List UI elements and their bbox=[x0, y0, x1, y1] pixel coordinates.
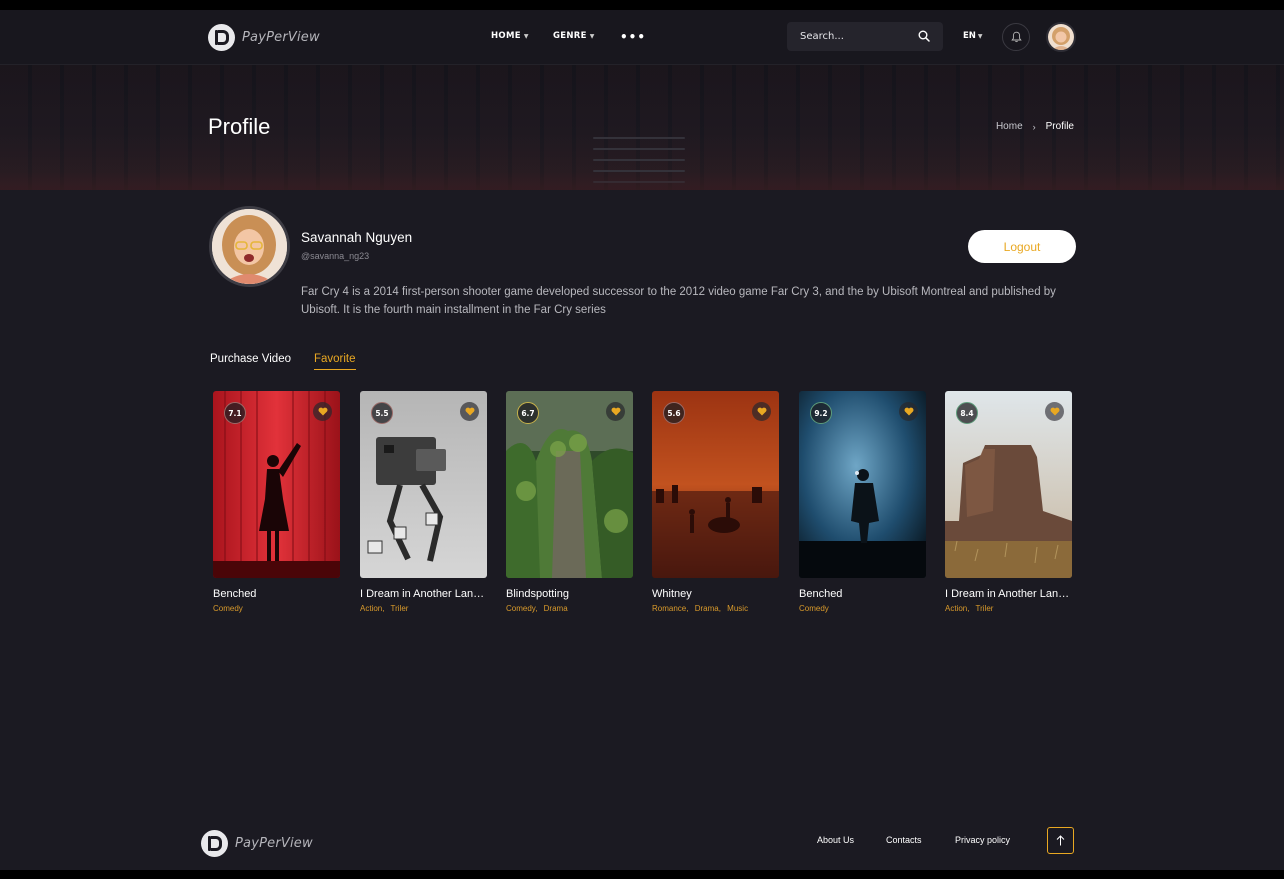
movie-card[interactable]: 8.4 I Dream in Another Language Action, … bbox=[945, 391, 1072, 613]
favorite-button[interactable] bbox=[606, 402, 625, 421]
heart-icon bbox=[904, 407, 913, 416]
favorite-button[interactable] bbox=[1045, 402, 1064, 421]
genre-tag[interactable]: Drama, bbox=[695, 604, 721, 613]
genre-tag[interactable]: Comedy bbox=[213, 604, 243, 613]
footer-link-privacy[interactable]: Privacy policy bbox=[955, 835, 1010, 845]
movie-card[interactable]: 5.5 I Dream in Another Language Action, … bbox=[360, 391, 487, 613]
movie-poster[interactable]: 8.4 bbox=[945, 391, 1072, 578]
nav-home-label: HOME bbox=[491, 31, 521, 41]
movie-title[interactable]: I Dream in Another Language bbox=[945, 588, 1072, 600]
genre-tag[interactable]: Romance, bbox=[652, 604, 688, 613]
logo-icon bbox=[201, 830, 228, 857]
logout-button[interactable]: Logout bbox=[968, 230, 1076, 263]
genre-tag[interactable]: Action, bbox=[945, 604, 969, 613]
movie-title[interactable]: Benched bbox=[799, 588, 926, 600]
movie-title[interactable]: Whitney bbox=[652, 588, 779, 600]
breadcrumb-separator-icon: › bbox=[1032, 121, 1036, 132]
movie-title[interactable]: Blindspotting bbox=[506, 588, 633, 600]
tab-purchase-video[interactable]: Purchase Video bbox=[210, 353, 291, 370]
profile-name: Savannah Nguyen bbox=[301, 230, 413, 245]
favorite-button[interactable] bbox=[313, 402, 332, 421]
scroll-to-top-button[interactable] bbox=[1047, 827, 1074, 854]
heart-icon bbox=[318, 407, 327, 416]
search-icon[interactable] bbox=[918, 30, 930, 42]
movie-poster[interactable]: 7.1 bbox=[213, 391, 340, 578]
breadcrumb-home[interactable]: Home bbox=[996, 121, 1023, 132]
movie-card[interactable]: 5.6 Whitney Romance, Drama, Music bbox=[652, 391, 779, 613]
movie-genres: Action, Triler bbox=[945, 604, 1072, 613]
language-label: EN bbox=[963, 31, 976, 41]
bell-icon bbox=[1010, 31, 1022, 43]
genre-tag[interactable]: Triler bbox=[976, 604, 994, 613]
rating-badge: 9.2 bbox=[810, 402, 832, 424]
genre-tag[interactable]: Drama bbox=[544, 604, 568, 613]
top-header: PayPerView HOME ▼ GENRE ▼ ••• EN ▼ bbox=[0, 10, 1284, 65]
tab-favorite[interactable]: Favorite bbox=[313, 353, 356, 370]
rating-badge: 6.7 bbox=[517, 402, 539, 424]
movie-genres: Comedy bbox=[799, 604, 926, 613]
arrow-up-icon bbox=[1056, 835, 1065, 846]
genre-tag[interactable]: Comedy bbox=[799, 604, 829, 613]
movie-title[interactable]: Benched bbox=[213, 588, 340, 600]
footer-link-contacts[interactable]: Contacts bbox=[886, 835, 922, 845]
rating-badge: 5.6 bbox=[663, 402, 685, 424]
movie-genres: Comedy bbox=[213, 604, 340, 613]
page-title: Profile bbox=[208, 114, 271, 139]
profile-tabs: Purchase Video Favorite bbox=[210, 353, 356, 370]
footer-logo[interactable]: PayPerView bbox=[201, 830, 313, 857]
footer-link-about[interactable]: About Us bbox=[817, 835, 854, 845]
movie-genres: Comedy, Drama bbox=[506, 604, 633, 613]
favorite-button[interactable] bbox=[752, 402, 771, 421]
nav-genre[interactable]: GENRE ▼ bbox=[553, 31, 595, 41]
more-menu-icon[interactable]: ••• bbox=[620, 30, 646, 44]
rating-badge: 5.5 bbox=[371, 402, 393, 424]
movie-genres: Romance, Drama, Music bbox=[652, 604, 779, 613]
chevron-down-icon: ▼ bbox=[977, 32, 983, 40]
rating-badge: 7.1 bbox=[224, 402, 246, 424]
page-hero bbox=[0, 65, 1284, 190]
user-avatar-image bbox=[1048, 24, 1074, 50]
genre-tag[interactable]: Triler bbox=[391, 604, 409, 613]
movie-poster[interactable]: 5.5 bbox=[360, 391, 487, 578]
chevron-down-icon: ▼ bbox=[589, 32, 595, 40]
movie-card[interactable]: 6.7 Blindspotting Comedy, Drama bbox=[506, 391, 633, 613]
favorite-button[interactable] bbox=[899, 402, 918, 421]
heart-icon bbox=[465, 407, 474, 416]
profile-photo bbox=[212, 209, 287, 284]
genre-tag[interactable]: Comedy, bbox=[506, 604, 537, 613]
heart-icon bbox=[611, 407, 620, 416]
breadcrumb: Home › Profile bbox=[996, 121, 1074, 132]
brand-name: PayPerView bbox=[242, 30, 320, 45]
language-selector[interactable]: EN ▼ bbox=[963, 31, 983, 41]
favorite-button[interactable] bbox=[460, 402, 479, 421]
chevron-down-icon: ▼ bbox=[523, 32, 529, 40]
heart-icon bbox=[757, 407, 766, 416]
movie-genres: Action, Triler bbox=[360, 604, 487, 613]
profile-avatar bbox=[209, 206, 290, 287]
movie-card[interactable]: 9.2 Benched Comedy bbox=[799, 391, 926, 613]
breadcrumb-current: Profile bbox=[1045, 121, 1074, 132]
movie-card[interactable]: 7.1 Benched Comedy bbox=[213, 391, 340, 613]
movie-poster[interactable]: 9.2 bbox=[799, 391, 926, 578]
rating-badge: 8.4 bbox=[956, 402, 978, 424]
hero-gradient bbox=[0, 172, 1284, 190]
heart-icon bbox=[1050, 407, 1059, 416]
nav-home[interactable]: HOME ▼ bbox=[491, 31, 529, 41]
profile-bio: Far Cry 4 is a 2014 first-person shooter… bbox=[301, 286, 1056, 316]
genre-tag[interactable]: Music bbox=[727, 604, 748, 613]
user-avatar[interactable] bbox=[1046, 22, 1076, 52]
movie-poster[interactable]: 5.6 bbox=[652, 391, 779, 578]
footer-brand-name: PayPerView bbox=[235, 836, 313, 851]
genre-tag[interactable]: Action, bbox=[360, 604, 384, 613]
profile-handle: @savanna_ng23 bbox=[301, 251, 370, 261]
brand-logo[interactable]: PayPerView bbox=[208, 24, 320, 51]
movie-title[interactable]: I Dream in Another Language bbox=[360, 588, 487, 600]
page: PayPerView HOME ▼ GENRE ▼ ••• EN ▼ bbox=[0, 10, 1284, 870]
search-input[interactable] bbox=[787, 22, 907, 51]
notifications-button[interactable] bbox=[1002, 23, 1030, 51]
search-box bbox=[787, 22, 943, 51]
movie-poster[interactable]: 6.7 bbox=[506, 391, 633, 578]
logo-icon bbox=[208, 24, 235, 51]
nav-genre-label: GENRE bbox=[553, 31, 587, 41]
